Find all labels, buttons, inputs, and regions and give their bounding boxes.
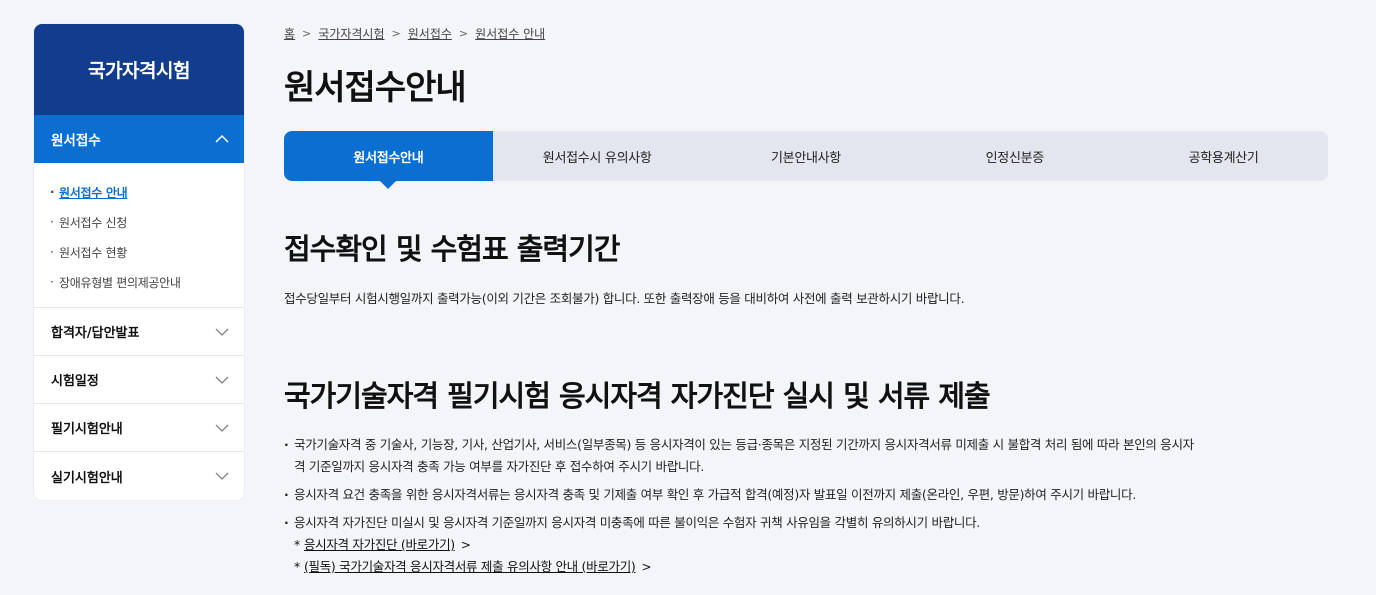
chevron-down-icon [215, 328, 229, 336]
chevron-down-icon [215, 376, 229, 384]
list-item-text: 응시자격 요건 충족을 위한 응시자격서류는 응시자격 충족 및 기제출 여부 … [294, 487, 1136, 502]
bullet-list: 국가기술자격 중 기술사, 기능장, 기사, 산업기사, 서비스(일부종목) 등… [284, 434, 1344, 578]
chevron-down-icon [215, 472, 229, 480]
sidebar-subitem-label: 원서접수 신청 [59, 215, 127, 230]
chevron-right-icon: > [641, 560, 652, 574]
page-title: 원서접수안내 [284, 68, 467, 108]
asterisk-marker: * [294, 559, 300, 574]
link-label: 응시자격 자가진단 (바로가기) [303, 537, 455, 552]
list-item: 응시자격 자가진단 미실시 및 응시자격 기준일까지 응시자격 미충족에 따른 … [284, 512, 1344, 534]
sidebar-item-practical-exam[interactable]: 실기시험안내 [34, 452, 244, 500]
sidebar-item-label: 실기시험안내 [51, 470, 123, 486]
tab-basic-info[interactable]: 기본안내사항 [702, 131, 911, 181]
list-item-text: 국가기술자격 중 기술사, 기능장, 기사, 산업기사, 서비스(일부종목) 등… [294, 437, 1194, 452]
bullet-dot-icon: · [50, 215, 54, 229]
section-heading-print-period: 접수확인 및 수험표 출력기간 [284, 232, 620, 266]
bullet-dot-icon: · [50, 275, 54, 289]
sidebar-subitem-accessibility[interactable]: · 장애유형별 편의제공안내 [50, 267, 244, 297]
chevron-right-icon: > [458, 26, 469, 40]
breadcrumb-current[interactable]: 원서접수 안내 [475, 25, 545, 42]
sidebar-subitem-label: 원서접수 현황 [59, 245, 127, 260]
sidebar-item-label: 시험일정 [51, 374, 99, 389]
breadcrumb-national-exam[interactable]: 국가자격시험 [318, 25, 384, 42]
list-item-text: 응시자격 자가진단 미실시 및 응시자격 기준일까지 응시자격 미충족에 따른 … [294, 515, 980, 530]
chevron-right-icon: > [391, 26, 401, 40]
chevron-down-icon [215, 424, 229, 432]
sidebar-submenu: · 원서접수 안내 · 원서접수 신청 · 원서접수 현황 · 장애유형별 편의제공안내 [34, 163, 244, 308]
link-label: (필독) 국가기술자격 응시자격서류 제출 유의사항 안내 (바로가기) [303, 559, 636, 574]
chevron-right-icon: > [302, 26, 312, 40]
tab-calculator[interactable]: 공학용계산기 [1119, 131, 1328, 181]
tab-precautions[interactable]: 원서접수시 유의사항 [493, 131, 702, 181]
sidebar-subitem-guide[interactable]: · 원서접수 안내 [50, 177, 244, 207]
sidebar-section-label: 원서접수 [51, 133, 101, 149]
asterisk-marker: * [294, 537, 300, 552]
tab-application-guide[interactable]: 원서접수안내 [284, 131, 493, 189]
list-item: 국가기술자격 중 기술사, 기능장, 기사, 산업기사, 서비스(일부종목) 등… [284, 434, 1344, 478]
chevron-right-icon: > [460, 538, 471, 552]
chevron-up-icon [215, 134, 229, 143]
sidebar-subitem-status[interactable]: · 원서접수 현황 [50, 237, 244, 267]
bullet-dot-icon: · [50, 185, 55, 199]
sidebar-subitem-label: 장애유형별 편의제공안내 [59, 275, 181, 290]
breadcrumb-application[interactable]: 원서접수 [408, 25, 452, 42]
sidebar-item-results[interactable]: 합격자/답안발표 [34, 308, 244, 356]
section-text-print-period: 접수당일부터 시험시행일까지 출력가능(이외 기간은 조회불가) 합니다. 또한… [284, 291, 965, 306]
sidebar-item-written-exam[interactable]: 필기시험안내 [34, 404, 244, 452]
sidebar-item-schedule[interactable]: 시험일정 [34, 356, 244, 404]
breadcrumb: 홈 > 국가자격시험 > 원서접수 > 원서접수 안내 [284, 24, 545, 42]
document-notice-link[interactable]: * (필독) 국가기술자격 응시자격서류 제출 유의사항 안내 (바로가기) > [284, 556, 1344, 578]
sidebar-section-application[interactable]: 원서접수 [34, 115, 244, 163]
section-heading-self-diagnosis: 국가기술자격 필기시험 응시자격 자가진단 실시 및 서류 제출 [284, 379, 991, 413]
sidebar: 국가자격시험 원서접수 · 원서접수 안내 · 원서접수 신청 · 원서접수 현황 ·… [34, 24, 244, 500]
tab-id-documents[interactable]: 인정신분증 [910, 131, 1119, 181]
self-diagnosis-link[interactable]: * 응시자격 자가진단 (바로가기) > [284, 534, 1344, 556]
list-item: 응시자격 요건 충족을 위한 응시자격서류는 응시자격 충족 및 기제출 여부 … [284, 484, 1344, 506]
sidebar-subitem-label: 원서접수 안내 [59, 185, 128, 200]
sidebar-subitem-apply[interactable]: · 원서접수 신청 [50, 207, 244, 237]
breadcrumb-home[interactable]: 홈 [284, 25, 295, 42]
sidebar-item-label: 합격자/답안발표 [51, 326, 140, 341]
sidebar-item-label: 필기시험안내 [51, 422, 123, 437]
bullet-dot-icon: · [50, 245, 54, 259]
sidebar-title: 국가자격시험 [34, 24, 244, 115]
tab-bar: 원서접수안내 원서접수시 유의사항 기본안내사항 인정신분증 공학용계산기 [284, 131, 1328, 189]
list-item-text: 격 기준일까지 응시자격 충족 가능 여부를 자가진단 후 접수하여 주시기 바… [294, 459, 705, 474]
